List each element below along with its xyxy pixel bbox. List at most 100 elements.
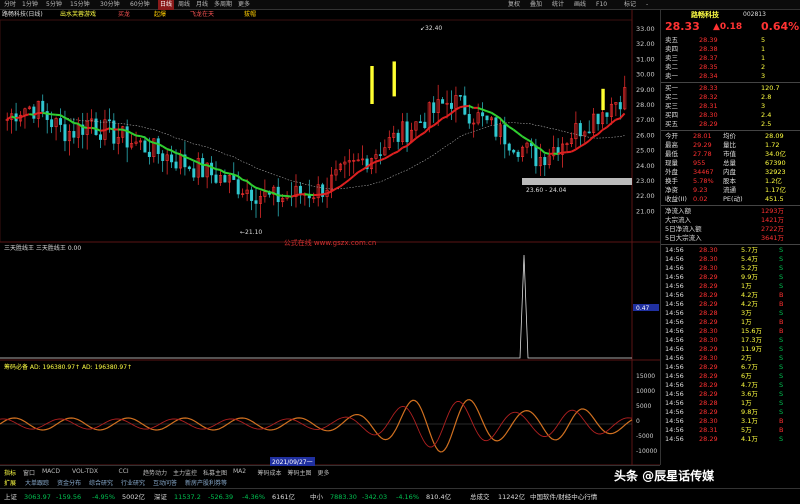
candle-body xyxy=(72,131,76,138)
candle-body xyxy=(396,132,400,142)
indicator-tab-2[interactable]: MACD xyxy=(42,468,60,475)
sh-pct: -4.95% xyxy=(92,493,115,501)
indicator-tab-0[interactable]: 指标 xyxy=(4,468,16,477)
ma-segment xyxy=(526,138,532,143)
candle-body xyxy=(494,117,498,137)
ma-segment xyxy=(166,148,172,152)
bid-volume: 2.8 xyxy=(761,93,772,101)
ma-segment xyxy=(242,178,248,183)
ma-segment xyxy=(402,145,408,149)
tick-price: 28.29 xyxy=(699,372,718,380)
flow-row: 净流入额 1293万 xyxy=(661,207,800,216)
tool-tab-4[interactable]: F10 xyxy=(596,0,607,10)
tool-tab-3[interactable]: 画线 xyxy=(574,0,586,10)
tick-volume: 2万 xyxy=(741,354,752,362)
extension-tab-3[interactable]: 综合研究 xyxy=(89,478,113,487)
ma-segment xyxy=(352,171,359,177)
panel3-axis-label: -10000 xyxy=(636,448,657,455)
tool-tab-0[interactable]: 复权 xyxy=(508,0,520,10)
tick-time: 14:56 xyxy=(665,273,684,281)
indicator-1[interactable]: 出水芙蓉游戏 xyxy=(60,10,96,20)
tick-price: 28.29 xyxy=(699,408,718,416)
period-tab-1[interactable]: 1分钟 xyxy=(20,0,40,10)
tick-side: S xyxy=(779,246,784,254)
indicator-tab-7[interactable]: 私募主图 xyxy=(203,468,227,477)
indicator-tab-8[interactable]: MA2 xyxy=(233,468,246,475)
period-tab-10[interactable]: 更多 xyxy=(236,0,252,10)
indicator-tab-10[interactable]: 筹码主图 xyxy=(288,468,312,477)
ma-segment xyxy=(130,132,137,137)
tick-row: 14:56 28.29 6.7万 S xyxy=(661,363,800,372)
ask-label: 卖四 xyxy=(665,45,678,53)
tool-tab-5[interactable]: 标记 xyxy=(624,0,636,10)
stat-label: 最高 xyxy=(665,141,678,149)
sz-change: -526.39 xyxy=(208,493,234,501)
tick-row: 14:56 28.30 5.7万 S xyxy=(661,246,800,255)
candle-body xyxy=(587,131,591,134)
extension-tab-2[interactable]: 资金分布 xyxy=(57,478,81,487)
indicator-2[interactable]: 买龙 xyxy=(118,10,130,20)
period-tab-5[interactable]: 60分钟 xyxy=(128,0,152,10)
extension-tab-1[interactable]: 大单跟踪 xyxy=(25,478,49,487)
indicator-tab-6[interactable]: 主力监控 xyxy=(173,468,197,477)
indicator-tab-3[interactable]: VOL-TDX xyxy=(72,468,98,475)
indicator-4[interactable]: 飞龙在天 xyxy=(190,10,214,20)
indicator-tab-4[interactable]: CCI xyxy=(119,468,129,475)
ma-segment xyxy=(42,111,48,115)
price-axis-label: 21.00 xyxy=(636,207,655,215)
ask-row: 卖四 28.38 1 xyxy=(661,45,800,54)
tick-time: 14:56 xyxy=(665,354,684,362)
ma-segment xyxy=(140,135,146,139)
ask-volume: 2 xyxy=(761,63,766,71)
tool-tab-1[interactable]: 叠加 xyxy=(530,0,542,10)
tick-volume: 5.4万 xyxy=(741,255,758,263)
ma-segment xyxy=(415,134,421,140)
market-status-bar: 上证 3063.97 -159.56 -4.95% 5002亿 深证 11537… xyxy=(0,488,800,504)
ask-label: 卖二 xyxy=(665,63,678,71)
candle-body xyxy=(378,154,382,156)
indicator-tab-1[interactable]: 窗口 xyxy=(23,468,35,477)
ticker-text: 中国软件/财经中心行情 xyxy=(530,493,598,501)
period-tab-4[interactable]: 30分钟 xyxy=(98,0,122,10)
ma-segment xyxy=(15,116,21,120)
period-tab-0[interactable]: 分时 xyxy=(2,0,18,10)
price-axis-label: 31.00 xyxy=(636,55,655,63)
ma-segment xyxy=(544,151,550,155)
stat-label: 最低 xyxy=(665,150,678,158)
indicator-3[interactable]: 起爆 xyxy=(154,10,166,20)
price-axis-label: 22.00 xyxy=(636,192,655,200)
stat-row: 最低 27.78 市值 34.0亿 xyxy=(661,150,800,159)
ma-segment xyxy=(370,160,377,165)
period-tab-3[interactable]: 15分钟 xyxy=(68,0,92,10)
tick-row: 14:56 28.29 1万 B xyxy=(661,318,800,327)
price-axis-label: 27.00 xyxy=(636,116,655,124)
period-tab-8[interactable]: 月线 xyxy=(194,0,210,10)
tick-side: B xyxy=(779,318,784,326)
indicator-tab-11[interactable]: 更多 xyxy=(318,468,330,477)
indicator-5[interactable]: 拔帽 xyxy=(244,10,256,20)
tick-time: 14:56 xyxy=(665,372,684,380)
quote-panel: 路畅科技 002813 28.33 ▲0.18 0.64% 卖五 28.39 5 卖四… xyxy=(660,10,800,465)
indicator-tab-5[interactable]: 趋势动力 xyxy=(143,468,167,477)
ma-segment xyxy=(455,106,461,111)
candle-body xyxy=(161,153,165,161)
extension-tab-5[interactable]: 互动问答 xyxy=(153,478,177,487)
period-tab-2[interactable]: 5分钟 xyxy=(44,0,64,10)
period-tab-7[interactable]: 周线 xyxy=(176,0,192,10)
period-tab-9[interactable]: 多周期 xyxy=(212,0,234,10)
ma-segment xyxy=(379,157,385,162)
tick-row: 14:56 28.31 5万 B xyxy=(661,426,800,435)
tool-tab-2[interactable]: 统计 xyxy=(552,0,564,10)
extension-tab-4[interactable]: 行业研究 xyxy=(121,478,145,487)
extension-tab-0[interactable]: 扩展 xyxy=(4,478,16,487)
ma-segment xyxy=(397,146,404,153)
extension-tab-6[interactable]: 新房产股利券等 xyxy=(185,478,227,487)
sh-amount: 5002亿 xyxy=(122,493,146,501)
ma-segment xyxy=(539,147,546,154)
tool-tab-6[interactable]: - xyxy=(646,0,648,10)
ask-row: 卖二 28.35 2 xyxy=(661,63,800,72)
tick-time: 14:56 xyxy=(665,291,684,299)
indicator-tab-9[interactable]: 筹码成本 xyxy=(258,468,282,477)
period-tab-6[interactable]: 日线 xyxy=(158,0,175,10)
tick-time: 14:56 xyxy=(665,300,684,308)
